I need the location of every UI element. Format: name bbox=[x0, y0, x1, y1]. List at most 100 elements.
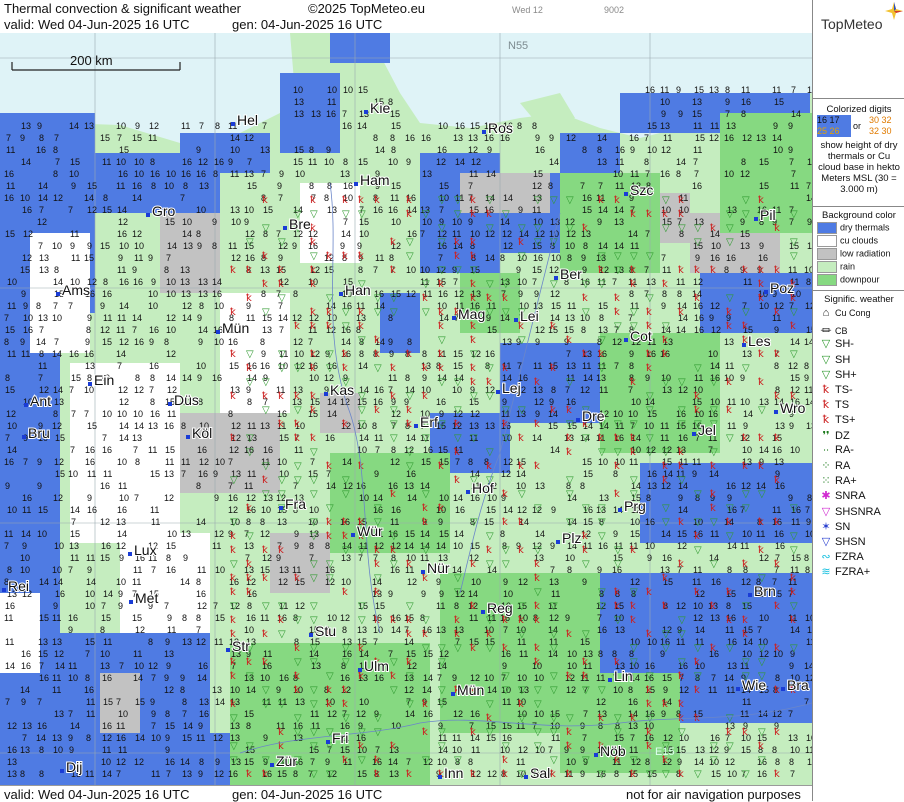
cell-value: 8 bbox=[164, 337, 169, 347]
shower-icon: ▽ bbox=[566, 489, 574, 500]
cell-value: 15 bbox=[564, 325, 574, 335]
shower-icon: ▽ bbox=[550, 629, 558, 640]
cell-value: 7 bbox=[630, 733, 635, 743]
shower-icon: ▽ bbox=[630, 587, 638, 598]
cell-value: 7 bbox=[164, 601, 169, 611]
city-marker bbox=[354, 182, 358, 186]
cell-value: 10 bbox=[327, 613, 337, 623]
cell-value: 8 bbox=[166, 553, 171, 563]
cell-value: 14 bbox=[487, 685, 497, 695]
cell-value: 16 bbox=[198, 469, 208, 479]
thunder-icon: ꝁ bbox=[502, 643, 508, 654]
cell-value: 10 bbox=[613, 169, 623, 179]
thunder-icon: ꝁ bbox=[406, 195, 412, 206]
thunder-icon: ꝁ bbox=[710, 461, 716, 472]
thunder-icon: ꝁ bbox=[758, 279, 764, 290]
cell-value: 14 bbox=[597, 133, 607, 143]
shower-icon: ▽ bbox=[566, 713, 574, 724]
cell-value: 7 bbox=[310, 757, 315, 767]
cell-value: 12 bbox=[534, 397, 544, 407]
cell-value: 16 bbox=[149, 361, 159, 371]
city-marker bbox=[216, 330, 220, 334]
cell-value: 8 bbox=[325, 541, 330, 551]
shower-icon: ▽ bbox=[326, 559, 334, 570]
generated-time: gen: 04-Jun-2025 16 UTC bbox=[232, 17, 383, 32]
thunder-icon: ꝁ bbox=[278, 265, 284, 276]
shower-icon: ▽ bbox=[262, 461, 270, 472]
thunder-icon: ꝁ bbox=[294, 643, 300, 654]
cell-value: 16 bbox=[100, 481, 110, 491]
cell-value: 16 bbox=[164, 421, 174, 431]
shower-icon: ▽ bbox=[454, 405, 462, 416]
cell-value: 12 bbox=[22, 253, 32, 263]
cell-value: 8 bbox=[373, 133, 378, 143]
cell-value: 10 bbox=[37, 529, 47, 539]
thunder-icon: ꝁ bbox=[230, 657, 236, 668]
cell-value: 7 bbox=[453, 277, 458, 287]
cell-value: 8 bbox=[261, 289, 266, 299]
shower-icon: ▽ bbox=[422, 545, 430, 556]
cell-value: 12 bbox=[278, 577, 288, 587]
cell-value: 8 bbox=[677, 289, 682, 299]
shower-icon: ▽ bbox=[438, 195, 446, 206]
cell-value: 14 bbox=[52, 349, 62, 359]
shower-icon: ▽ bbox=[630, 657, 638, 668]
shower-icon: ▽ bbox=[278, 601, 286, 612]
cell-value: 12 bbox=[549, 265, 559, 275]
city-marker bbox=[742, 343, 746, 347]
cell-value: 15 bbox=[532, 265, 542, 275]
cell-value: 7 bbox=[38, 373, 43, 383]
cell-value: 9 bbox=[68, 733, 73, 743]
cell-value: 16 bbox=[132, 181, 142, 191]
shower-icon: ▽ bbox=[566, 223, 574, 234]
shower-icon: ▽ bbox=[262, 685, 270, 696]
thunder-icon: ꝁ bbox=[774, 769, 780, 780]
cell-value: 8 bbox=[182, 697, 187, 707]
cell-value: 7 bbox=[68, 301, 73, 311]
shower-icon: ▽ bbox=[310, 685, 318, 696]
cell-value: 14 bbox=[407, 493, 417, 503]
cell-value: 13 bbox=[535, 481, 545, 491]
cell-value: 8 bbox=[103, 193, 108, 203]
cell-value: 13 bbox=[198, 277, 208, 287]
thunder-icon: ꝁ bbox=[742, 321, 748, 332]
cell-value: 16 bbox=[423, 709, 433, 719]
thunder-icon: ꝁ bbox=[358, 251, 364, 262]
cell-value: 16 bbox=[374, 385, 384, 395]
cell-value: 16 bbox=[102, 289, 112, 299]
cell-value: 10 bbox=[277, 457, 287, 467]
cell-value: 14 bbox=[183, 721, 193, 731]
cell-value: 9 bbox=[212, 217, 217, 227]
cell-value: 10 bbox=[343, 85, 353, 95]
cell-value: 14 bbox=[55, 661, 65, 671]
forecast-map[interactable]: 1010101516119151381111716131115810139161… bbox=[0, 33, 817, 785]
shower-icon: ▽ bbox=[614, 727, 622, 738]
cell-value: 10 bbox=[116, 577, 126, 587]
cell-value: 14 bbox=[86, 577, 96, 587]
cell-value: 10 bbox=[294, 349, 304, 359]
cell-value: 9 bbox=[21, 289, 26, 299]
cell-value: 8 bbox=[199, 301, 204, 311]
background-legend-item: downpour bbox=[817, 274, 880, 286]
digits-title: Colorized digits bbox=[826, 104, 892, 115]
cell-value: 15 bbox=[101, 613, 111, 623]
cell-value: 16 bbox=[660, 169, 670, 179]
cell-value: 8 bbox=[628, 685, 633, 695]
background-title: Background color bbox=[822, 210, 896, 221]
shower-icon: ▽ bbox=[310, 769, 318, 780]
shower-icon: ▽ bbox=[374, 713, 382, 724]
cell-value: 9 bbox=[165, 637, 170, 647]
cell-value: 15 bbox=[487, 325, 497, 335]
color-swatch bbox=[817, 274, 837, 286]
shower-icon: ▽ bbox=[518, 629, 526, 640]
cell-value: 13 bbox=[244, 541, 254, 551]
shower-icon: ▽ bbox=[694, 223, 702, 234]
cell-value: 9 bbox=[388, 337, 393, 347]
cell-value: 13 bbox=[295, 697, 305, 707]
city-label: Lin bbox=[614, 668, 633, 684]
shower-icon: ▽ bbox=[742, 657, 750, 668]
cell-value: 8 bbox=[726, 601, 731, 611]
thunder-icon: ꝁ bbox=[566, 741, 572, 752]
cell-value: 16 bbox=[7, 745, 17, 755]
cell-value: 7 bbox=[213, 601, 218, 611]
